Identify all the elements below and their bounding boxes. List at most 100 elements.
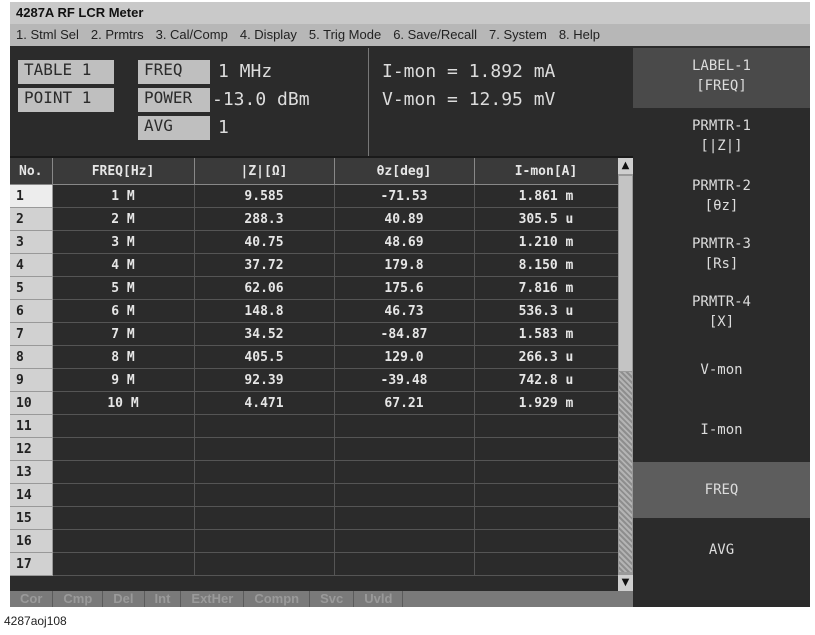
cell-freq [52, 506, 195, 530]
table-row[interactable]: 44 M 37.72 179.8 8.150 m [10, 253, 618, 277]
menu-prmtrs[interactable]: 2. Prmtrs [85, 24, 150, 46]
table-row[interactable]: 11 M 9.585 -71.53 1.861 m [10, 184, 618, 208]
scroll-track[interactable] [619, 372, 632, 572]
power-label: POWER [138, 88, 210, 112]
col-header-theta[interactable]: θz[deg] [334, 158, 475, 185]
cell-imon [474, 460, 618, 484]
cell-z: 9.585 [194, 184, 335, 208]
cell-theta: 129.0 [334, 345, 475, 369]
cell-imon: 8.150 m [474, 253, 618, 277]
softkey-prmtr-2[interactable]: PRMTR-2 [θz] [633, 176, 810, 224]
scroll-thumb[interactable] [619, 176, 632, 371]
col-header-freq[interactable]: FREQ[Hz] [52, 158, 195, 185]
row-number: 15 [10, 506, 53, 530]
table-row[interactable]: 15 [10, 506, 618, 530]
cell-theta: 40.89 [334, 207, 475, 231]
cell-freq: 5 M [52, 276, 195, 300]
menu-help[interactable]: 8. Help [553, 24, 606, 46]
status-exther: ExtHer [181, 591, 245, 607]
cell-imon: 1.929 m [474, 391, 618, 415]
cell-theta [334, 483, 475, 507]
cell-z: 40.75 [194, 230, 335, 254]
measurement-info-panel: TABLE 1 POINT 1 FREQ 1 MHz POWER -13.0 d… [10, 48, 633, 158]
table-row[interactable]: 13 [10, 460, 618, 484]
row-number: 17 [10, 552, 53, 576]
cell-freq: 10 M [52, 391, 195, 415]
softkey-prmtr-3[interactable]: PRMTR-3 [Rs] [633, 234, 810, 282]
softkey-imon[interactable]: I-mon [633, 420, 810, 446]
cell-imon: 1.210 m [474, 230, 618, 254]
cell-theta: -84.87 [334, 322, 475, 346]
cell-theta [334, 437, 475, 461]
cell-freq [52, 529, 195, 553]
status-cor: Cor [10, 591, 54, 607]
cell-theta [334, 460, 475, 484]
table-indicator[interactable]: TABLE 1 [18, 60, 114, 84]
scroll-up-icon[interactable]: ▲ [618, 158, 633, 174]
softkey-prmtr-1[interactable]: PRMTR-1 [|Z|] [633, 116, 810, 164]
table-row[interactable]: 10 10 M 4.471 67.21 1.929 m [10, 391, 618, 415]
cell-z: 288.3 [194, 207, 335, 231]
col-header-z[interactable]: |Z|[Ω] [194, 158, 335, 185]
table-scrollbar[interactable]: ▲ ▼ [618, 158, 633, 591]
softkey-freq[interactable]: FREQ [633, 462, 810, 518]
status-svc: Svc [310, 591, 355, 607]
table-header-row: No. FREQ[Hz] |Z|[Ω] θz[deg] I-mon[A] [10, 158, 618, 185]
table-row[interactable]: 16 [10, 529, 618, 553]
cell-imon [474, 483, 618, 507]
status-cmp: Cmp [53, 591, 104, 607]
table-row[interactable]: 12 [10, 437, 618, 461]
cell-z [194, 437, 335, 461]
table-row[interactable]: 11 [10, 414, 618, 438]
point-indicator[interactable]: POINT 1 [18, 88, 114, 112]
table-row[interactable]: 17 [10, 552, 618, 576]
status-bar: Cor Cmp Del Int ExtHer Compn Svc Uvld [10, 591, 633, 607]
cell-imon: 1.583 m [474, 322, 618, 346]
cell-freq [52, 552, 195, 576]
cell-z [194, 552, 335, 576]
cell-z [194, 529, 335, 553]
row-number: 1 [10, 184, 53, 208]
cell-theta: 179.8 [334, 253, 475, 277]
cell-theta: 175.6 [334, 276, 475, 300]
avg-label: AVG [138, 116, 210, 140]
row-number: 2 [10, 207, 53, 231]
cell-freq: 2 M [52, 207, 195, 231]
cell-imon [474, 506, 618, 530]
cell-theta: 46.73 [334, 299, 475, 323]
softkey-avg[interactable]: AVG [633, 530, 810, 570]
table-row[interactable]: 77 M 34.52 -84.87 1.583 m [10, 322, 618, 346]
cell-freq: 8 M [52, 345, 195, 369]
info-divider [368, 48, 369, 156]
table-row[interactable]: 22 M 288.3 40.89 305.5 u [10, 207, 618, 231]
menu-display[interactable]: 4. Display [234, 24, 303, 46]
row-number: 4 [10, 253, 53, 277]
softkey-label-1[interactable]: LABEL-1 [FREQ] [633, 48, 810, 108]
menu-cal-comp[interactable]: 3. Cal/Comp [150, 24, 234, 46]
scroll-down-icon[interactable]: ▼ [618, 575, 633, 591]
table-row[interactable]: 88 M 405.5 129.0 266.3 u [10, 345, 618, 369]
imon-readout: I-mon = 1.892 mA [382, 61, 556, 82]
table-row[interactable]: 99 M 92.39 -39.48 742.8 u [10, 368, 618, 392]
softkey-prmtr-4[interactable]: PRMTR-4 [X] [633, 292, 810, 340]
table-row[interactable]: 66 M 148.8 46.73 536.3 u [10, 299, 618, 323]
menu-save-recall[interactable]: 6. Save/Recall [387, 24, 483, 46]
cell-z: 62.06 [194, 276, 335, 300]
cell-freq: 6 M [52, 299, 195, 323]
cell-theta [334, 529, 475, 553]
table-row[interactable]: 33 M 40.75 48.69 1.210 m [10, 230, 618, 254]
cell-z: 405.5 [194, 345, 335, 369]
col-header-imon[interactable]: I-mon[A] [474, 158, 618, 185]
table-row[interactable]: 14 [10, 483, 618, 507]
cell-z [194, 460, 335, 484]
menu-stml-sel[interactable]: 1. Stml Sel [10, 24, 85, 46]
menu-trig-mode[interactable]: 5. Trig Mode [303, 24, 387, 46]
softkey-vmon[interactable]: V-mon [633, 360, 810, 386]
cell-z: 37.72 [194, 253, 335, 277]
cell-imon [474, 437, 618, 461]
menu-system[interactable]: 7. System [483, 24, 553, 46]
table-row[interactable]: 55 M 62.06 175.6 7.816 m [10, 276, 618, 300]
cell-theta: -39.48 [334, 368, 475, 392]
cell-imon: 305.5 u [474, 207, 618, 231]
col-header-no[interactable]: No. [10, 158, 53, 185]
